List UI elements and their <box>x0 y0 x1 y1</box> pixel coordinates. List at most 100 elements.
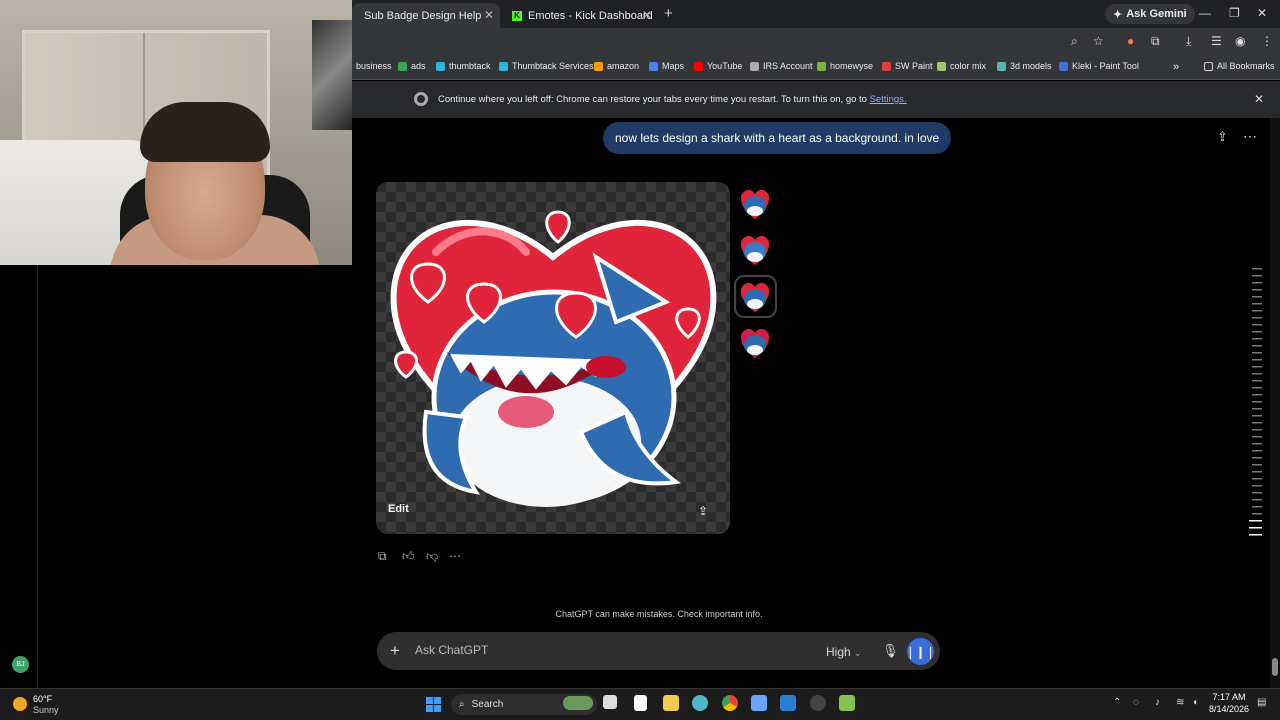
bookmark-item[interactable]: 3d models <box>997 61 1052 71</box>
more-bookmarks-icon[interactable]: » <box>1173 61 1179 73</box>
weather-temp[interactable]: 60°F <box>33 694 52 704</box>
bookmark-item[interactable]: color mix <box>937 61 986 71</box>
scroll-tick <box>1252 387 1262 389</box>
start-button[interactable] <box>426 697 441 712</box>
paint-icon[interactable] <box>780 695 796 711</box>
share-image-icon[interactable]: ⇪ <box>698 504 708 518</box>
more-actions-icon[interactable]: ⋯ <box>449 549 461 563</box>
more-options-icon[interactable]: ⋯ <box>1243 128 1257 145</box>
task-view-icon[interactable] <box>603 695 617 709</box>
bookmark-item[interactable]: thumbtack <box>436 61 491 71</box>
scroll-tick <box>1252 296 1262 298</box>
bookmark-item[interactable]: homewyse <box>817 61 873 71</box>
calculator-icon[interactable] <box>751 695 767 711</box>
bookmark-item[interactable]: Maps <box>649 61 684 71</box>
image-thumbnail[interactable] <box>738 186 773 221</box>
scrollbar-thumb[interactable] <box>1272 658 1278 676</box>
media-icon[interactable]: ☰ <box>1211 34 1222 48</box>
scrollbar[interactable] <box>1270 118 1280 688</box>
close-icon[interactable]: ✕ <box>1254 92 1264 106</box>
disclaimer-text: ChatGPT can make mistakes. Check importa… <box>555 609 763 619</box>
bookmark-label: IRS Account <box>763 61 813 71</box>
scroll-tick <box>1252 450 1262 452</box>
copy-icon[interactable]: ⧉ <box>378 549 387 564</box>
scroll-tick <box>1252 373 1262 375</box>
app-stack-icon[interactable] <box>839 695 855 711</box>
edit-button[interactable]: Edit <box>388 503 409 515</box>
restore-button[interactable]: ❐ <box>1229 6 1240 20</box>
notification-icon[interactable]: ▤ <box>1257 697 1266 708</box>
bookmark-label: Thumbtack Services <box>512 61 594 71</box>
close-window-button[interactable]: ✕ <box>1257 6 1267 20</box>
generated-image[interactable] <box>376 182 730 534</box>
scroll-tick <box>1252 478 1262 480</box>
tab-emotes[interactable]: K Emotes - Kick Dashboard ✕ <box>500 3 658 28</box>
puzzle-icon[interactable]: ⧉ <box>1151 34 1160 49</box>
clock-time[interactable]: 7:17 AM <box>1206 692 1252 702</box>
bookmark-item[interactable]: SW Paint <box>882 61 933 71</box>
bookmark-icon <box>817 61 826 71</box>
ask-gemini-button[interactable]: ✦ Ask Gemini <box>1105 4 1195 24</box>
bookmark-item[interactable]: amazon <box>594 61 639 71</box>
scroll-tick <box>1252 436 1262 438</box>
scroll-tick <box>1252 275 1262 277</box>
bookmarks-bar <box>352 55 1280 80</box>
scroll-tick <box>1252 408 1262 410</box>
bookmark-icon <box>436 61 445 71</box>
obs-icon[interactable] <box>810 695 826 711</box>
bookmark-label: thumbtack <box>449 61 491 71</box>
user-avatar[interactable]: BJ <box>12 656 29 673</box>
thumbs-up-icon[interactable]: 👍︎ <box>402 549 415 564</box>
download-icon[interactable]: ⤓ <box>1186 34 1191 49</box>
share-icon[interactable]: ⇪ <box>1217 129 1228 145</box>
voice-mode-button[interactable]: ❘❙❘ <box>905 638 936 665</box>
chat-input[interactable]: Ask ChatGPT <box>415 643 488 657</box>
settings-link[interactable]: Settings. <box>870 94 907 105</box>
attach-plus-button[interactable]: + <box>390 641 400 661</box>
microphone-icon[interactable]: 🎙︎ <box>882 643 899 659</box>
profile-icon[interactable]: ◉ <box>1235 34 1245 48</box>
chrome-taskbar-icon[interactable] <box>722 695 738 711</box>
file-explorer-icon[interactable] <box>663 695 679 711</box>
network-icon[interactable]: ◌ <box>1133 697 1139 708</box>
bookmark-item[interactable]: Kleki - Paint Tool <box>1059 61 1139 71</box>
shark-heart-illustration <box>390 210 717 507</box>
bookmark-item[interactable]: Thumbtack Services <box>499 61 594 71</box>
image-thumbnail[interactable] <box>738 232 773 267</box>
wifi-icon[interactable]: ≋ <box>1176 697 1184 708</box>
weather-desc[interactable]: Sunny <box>33 705 59 715</box>
bookmark-icon <box>499 61 508 71</box>
sidebar-dark <box>0 265 352 688</box>
clock-date[interactable]: 8/14/2026 <box>1206 704 1252 714</box>
bookmark-icon <box>398 61 407 71</box>
bookmark-icon <box>937 61 946 71</box>
chevron-up-icon[interactable]: ⌃ <box>1113 697 1121 708</box>
image-thumbnail[interactable] <box>738 325 773 360</box>
bookmark-item[interactable]: ads <box>398 61 426 71</box>
scroll-minimap[interactable] <box>1249 268 1262 540</box>
image-thumbnail-selected[interactable] <box>734 275 777 318</box>
tab-sub-badge[interactable]: Sub Badge Design Help ✕ <box>352 3 500 28</box>
all-bookmarks[interactable]: All Bookmarks <box>1204 61 1275 71</box>
mic-tray-icon[interactable]: ♪ <box>1155 697 1160 708</box>
bookmark-icon <box>649 61 658 71</box>
extension-icon[interactable]: ● <box>1127 34 1134 48</box>
menu-icon[interactable]: ⋮ <box>1261 34 1273 48</box>
close-icon[interactable]: ✕ <box>642 8 652 22</box>
tab-label: Emotes - Kick Dashboard <box>528 9 653 22</box>
app-icon[interactable] <box>692 695 708 711</box>
bookmark-item[interactable]: YouTube <box>694 61 742 71</box>
zoom-icon[interactable]: ⌕ <box>1071 34 1078 49</box>
volume-icon[interactable]: ◖ <box>1192 697 1198 708</box>
close-icon[interactable]: ✕ <box>484 8 494 22</box>
model-select[interactable]: High ⌄ <box>826 645 862 659</box>
star-icon[interactable]: ☆ <box>1093 34 1104 48</box>
thumbs-down-icon[interactable]: 👎︎ <box>426 549 438 564</box>
bookmark-label: business <box>356 61 392 71</box>
new-tab-button[interactable]: + <box>664 5 673 22</box>
bookmark-item[interactable]: IRS Account <box>750 61 813 71</box>
sun-icon[interactable] <box>13 697 27 711</box>
minimize-button[interactable]: — <box>1199 6 1211 20</box>
notepad-icon[interactable] <box>634 695 647 711</box>
bookmark-item[interactable]: business <box>356 61 392 71</box>
